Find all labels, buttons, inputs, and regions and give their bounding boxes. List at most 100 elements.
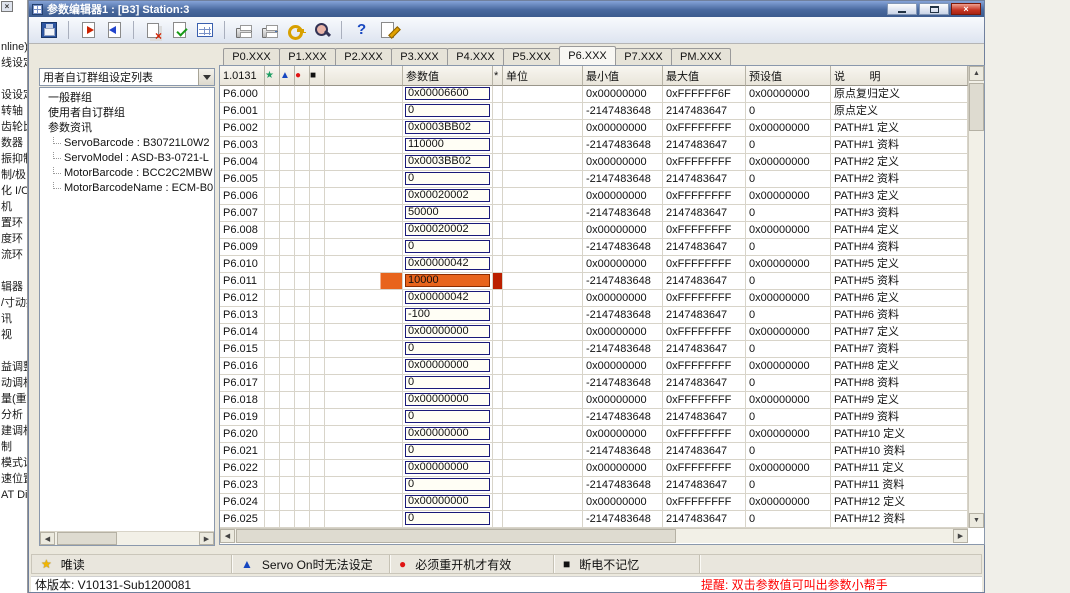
nav-item[interactable]: 建调机: [0, 423, 27, 439]
maximize-button[interactable]: [919, 3, 949, 15]
read-servo-button[interactable]: [102, 18, 126, 42]
param-value-input[interactable]: 0x00020002: [405, 189, 490, 202]
edit-button[interactable]: [375, 18, 399, 42]
scroll-right-button[interactable]: [953, 529, 968, 543]
scrollbar-track[interactable]: [117, 532, 199, 545]
nav-item[interactable]: 量(重量: [0, 391, 27, 407]
nav-item[interactable]: 速位置排: [0, 471, 27, 487]
tab-p3.xxx[interactable]: P3.XXX: [391, 48, 448, 65]
nav-item[interactable]: 机: [0, 199, 27, 215]
param-value-input[interactable]: 0x0003BB02: [405, 121, 490, 134]
param-value-input[interactable]: 0: [405, 512, 490, 525]
nav-item[interactable]: 流环: [0, 247, 27, 263]
scrollbar-thumb[interactable]: [57, 532, 117, 545]
nav-item[interactable]: [0, 71, 27, 87]
scroll-right-button[interactable]: [199, 532, 214, 545]
param-id-cell[interactable]: P6.011: [220, 273, 265, 290]
param-id-cell[interactable]: P6.018: [220, 392, 265, 409]
tree-item[interactable]: ServoModel : ASD-B3-0721-L: [40, 151, 214, 166]
param-value-input[interactable]: 0: [405, 240, 490, 253]
save-button[interactable]: [37, 18, 61, 42]
nav-item[interactable]: 度环: [0, 231, 27, 247]
param-id-cell[interactable]: P6.017: [220, 375, 265, 392]
param-id-cell[interactable]: P6.006: [220, 188, 265, 205]
nav-item[interactable]: [0, 343, 27, 359]
verify-button[interactable]: [167, 18, 191, 42]
nav-item[interactable]: 分析: [0, 407, 27, 423]
param-value-input[interactable]: 0: [405, 410, 490, 423]
nav-item[interactable]: 讯: [0, 311, 27, 327]
scroll-up-button[interactable]: [969, 66, 984, 81]
tree-item[interactable]: 一般群组: [40, 91, 214, 106]
param-value-input[interactable]: 0x00000042: [405, 291, 490, 304]
nav-item[interactable]: 齿轮比: [0, 119, 27, 135]
tab-p5.xxx[interactable]: P5.XXX: [503, 48, 560, 65]
help-button[interactable]: [349, 18, 373, 42]
param-id-cell[interactable]: P6.023: [220, 477, 265, 494]
param-value-input[interactable]: 110000: [405, 138, 490, 151]
nav-item[interactable]: /寸动控: [0, 295, 27, 311]
param-value-input[interactable]: 50000: [405, 206, 490, 219]
tab-p6.xxx[interactable]: P6.XXX: [559, 46, 616, 65]
tree-item[interactable]: MotorBarcodeName : ECM-B0: [40, 181, 214, 196]
print-preview-button[interactable]: [258, 18, 282, 42]
tree-item[interactable]: 使用者自订群组: [40, 106, 214, 121]
param-id-cell[interactable]: P6.019: [220, 409, 265, 426]
scrollbar-track[interactable]: [676, 529, 953, 543]
param-value-input[interactable]: 0x00000042: [405, 257, 490, 270]
group-list-dropdown[interactable]: 用者自订群组设定列表: [39, 68, 215, 86]
dropdown-arrow-button[interactable]: [198, 69, 214, 85]
nav-item[interactable]: [0, 263, 27, 279]
param-value-input[interactable]: 10000: [405, 274, 490, 287]
param-id-cell[interactable]: P6.022: [220, 460, 265, 477]
param-id-cell[interactable]: P6.005: [220, 171, 265, 188]
param-value-input[interactable]: 0x00000000: [405, 359, 490, 372]
param-id-cell[interactable]: P6.024: [220, 494, 265, 511]
tree-item[interactable]: ServoBarcode : B30721L0W2: [40, 136, 214, 151]
param-value-input[interactable]: 0x0003BB02: [405, 155, 490, 168]
scroll-left-button[interactable]: [220, 529, 235, 543]
tab-p4.xxx[interactable]: P4.XXX: [447, 48, 504, 65]
nav-item[interactable]: 置环: [0, 215, 27, 231]
unlock-button[interactable]: [284, 18, 308, 42]
param-value-input[interactable]: 0: [405, 172, 490, 185]
param-value-input[interactable]: 0x00000000: [405, 325, 490, 338]
param-value-input[interactable]: 0: [405, 444, 490, 457]
tree-horizontal-scrollbar[interactable]: [40, 531, 214, 545]
write-servo-button[interactable]: [76, 18, 100, 42]
print-button[interactable]: [232, 18, 256, 42]
tab-pm.xxx[interactable]: PM.XXX: [671, 48, 731, 65]
table-horizontal-scrollbar[interactable]: [220, 528, 968, 543]
scroll-down-button[interactable]: [969, 513, 984, 528]
tab-p7.xxx[interactable]: P7.XXX: [615, 48, 672, 65]
nav-item[interactable]: 化 I/O: [0, 183, 27, 199]
param-id-cell[interactable]: P6.008: [220, 222, 265, 239]
param-id-cell[interactable]: P6.001: [220, 103, 265, 120]
nav-item[interactable]: AT Diagr: [0, 487, 27, 503]
tree-item[interactable]: 参数资讯: [40, 121, 214, 136]
param-id-cell[interactable]: P6.013: [220, 307, 265, 324]
param-id-cell[interactable]: P6.014: [220, 324, 265, 341]
param-id-cell[interactable]: P6.021: [220, 443, 265, 460]
table-button[interactable]: [193, 18, 217, 42]
param-value-input[interactable]: 0x00000000: [405, 461, 490, 474]
param-id-cell[interactable]: P6.003: [220, 137, 265, 154]
param-value-input[interactable]: 0: [405, 478, 490, 491]
param-id-cell[interactable]: P6.020: [220, 426, 265, 443]
tab-p2.xxx[interactable]: P2.XXX: [335, 48, 392, 65]
search-button[interactable]: [310, 18, 334, 42]
param-id-cell[interactable]: P6.012: [220, 290, 265, 307]
param-value-input[interactable]: 0: [405, 376, 490, 389]
param-value-input[interactable]: 0x00000000: [405, 427, 490, 440]
nav-item[interactable]: 模式设: [0, 455, 27, 471]
param-id-cell[interactable]: P6.009: [220, 239, 265, 256]
param-id-cell[interactable]: P6.010: [220, 256, 265, 273]
param-id-cell[interactable]: P6.000: [220, 86, 265, 103]
minimize-button[interactable]: [887, 3, 917, 15]
nav-item[interactable]: 设设定: [0, 87, 27, 103]
table-vertical-scrollbar[interactable]: [968, 66, 984, 528]
nav-item[interactable]: 转轴: [0, 103, 27, 119]
param-value-input[interactable]: 0x00000000: [405, 495, 490, 508]
tab-p0.xxx[interactable]: P0.XXX: [223, 48, 280, 65]
nav-item[interactable]: 数器: [0, 135, 27, 151]
